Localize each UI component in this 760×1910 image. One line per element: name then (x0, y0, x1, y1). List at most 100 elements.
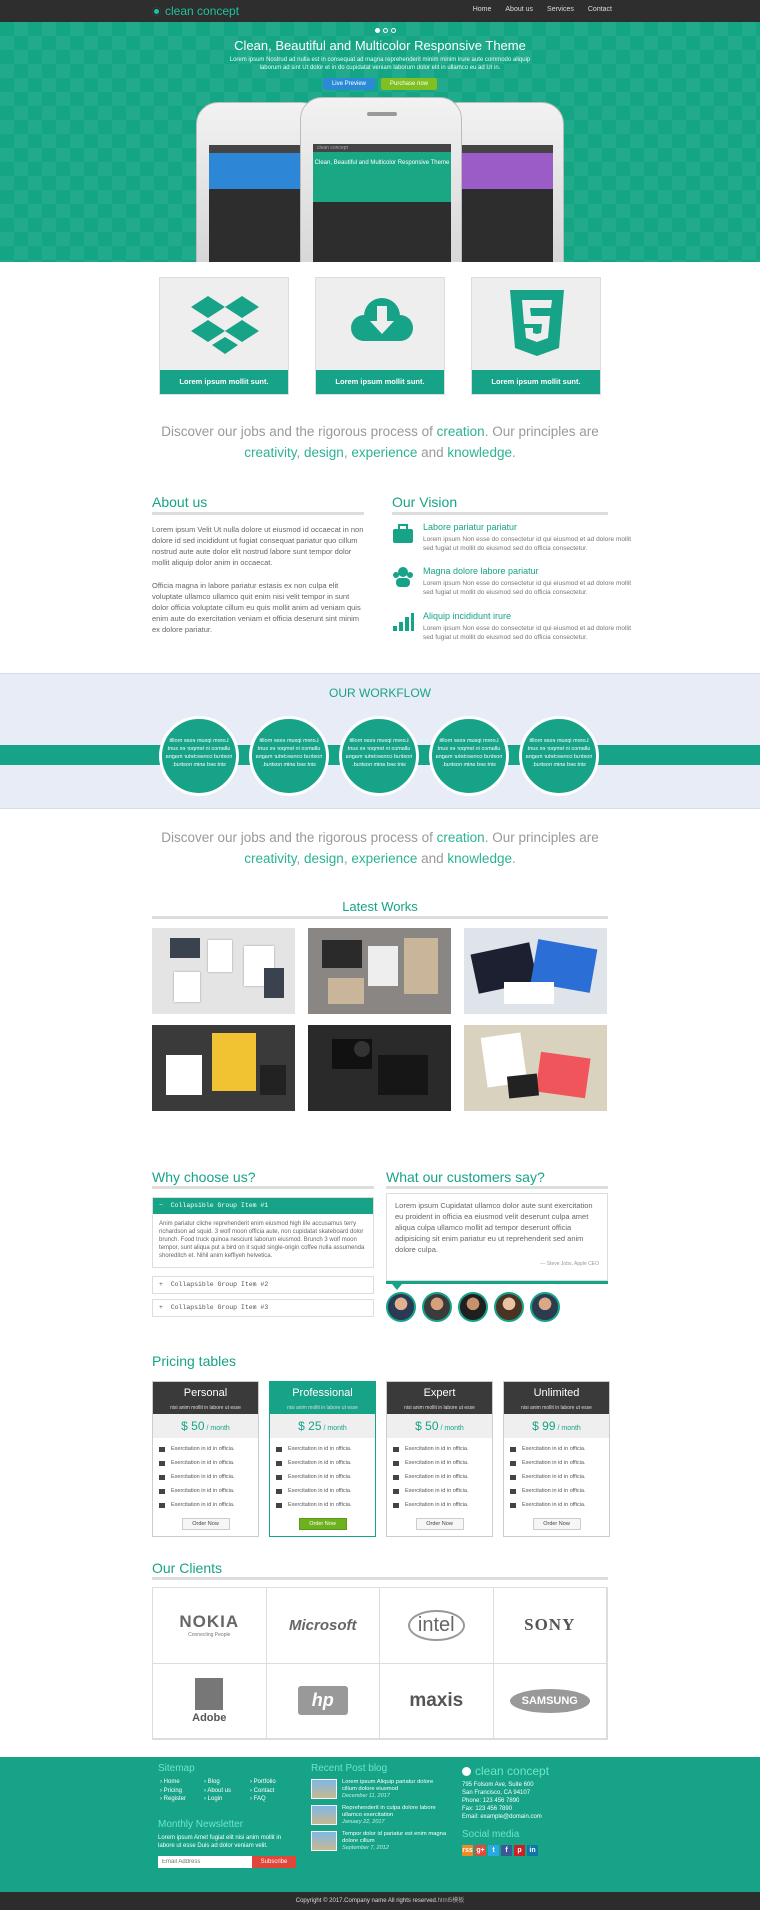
recent-post[interactable]: Reprehenderit in culpa dolore labore ull… (311, 1805, 449, 1825)
sitemap-link[interactable]: Portfolio (250, 1778, 276, 1787)
order-now-button[interactable]: Order Now (181, 1518, 230, 1530)
testimonial-bar (386, 1281, 608, 1284)
post-info: Reprehenderit in culpa dolore labore ull… (342, 1805, 449, 1825)
tagline-text: , (296, 445, 305, 460)
feature-text: Exercitation in id in officia. (522, 1488, 586, 1494)
linkedin-icon[interactable]: in (527, 1845, 538, 1856)
post-title[interactable]: Lorem ipsum Aliquip pariatur dolore cill… (342, 1779, 449, 1793)
subscribe-button[interactable]: Subscribe (252, 1856, 296, 1868)
sitemap-link[interactable]: Pricing (160, 1787, 186, 1796)
work-thumbnail[interactable] (152, 928, 295, 1014)
sitemap-link[interactable]: Login (204, 1795, 231, 1804)
avatar[interactable] (422, 1292, 452, 1322)
work-thumbnail[interactable] (464, 928, 607, 1014)
copyright-link[interactable]: html5模板 (438, 1898, 465, 1904)
avatar[interactable] (494, 1292, 524, 1322)
plan-feature: Exercitation in id in officia. (159, 1498, 252, 1512)
work-item (174, 972, 200, 1002)
client-logo-microsoft[interactable]: Microsoft (266, 1588, 380, 1664)
work-item (328, 978, 364, 1004)
workflow-step-text: Lorem ipsum esse mollit ullamco in tempo… (165, 738, 233, 768)
work-thumbnail[interactable] (152, 1025, 295, 1111)
avatar[interactable] (458, 1292, 488, 1322)
client-logo-samsung[interactable]: SAMSUNG (493, 1663, 607, 1739)
tagline-text: . Our principles are (484, 830, 599, 845)
order-now-button[interactable]: Order Now (532, 1518, 581, 1530)
client-logo-adobe[interactable]: Adobe (153, 1663, 267, 1739)
post-title[interactable]: Tempor dolor id pariatur est enim magna … (342, 1831, 449, 1845)
email[interactable]: Email: example@domain.com (462, 1813, 542, 1821)
feature-icon (159, 1488, 165, 1494)
sitemap-link[interactable]: FAQ (250, 1795, 276, 1804)
nav-services[interactable]: Services (547, 6, 574, 13)
post-title[interactable]: Reprehenderit in culpa dolore labore ull… (342, 1805, 449, 1819)
vision-item-title: Labore pariatur pariatur (423, 522, 518, 532)
slider-dot[interactable] (375, 28, 380, 33)
accordion-header[interactable]: + Collapsible Group Item #2 (153, 1277, 373, 1293)
work-thumbnail[interactable] (464, 1025, 607, 1111)
avatar[interactable] (530, 1292, 560, 1322)
accordion-header[interactable]: + Collapsible Group Item #3 (153, 1300, 373, 1316)
accordion-group-2[interactable]: + Collapsible Group Item #2 (152, 1276, 374, 1294)
feature-box-download[interactable]: Lorem ipsum mollit sunt. (315, 277, 445, 395)
sitemap-link[interactable]: Home (160, 1778, 186, 1787)
screen-header (209, 153, 313, 189)
nav-home[interactable]: Home (473, 6, 492, 13)
accordion-group-1[interactable]: − Collapsible Group Item #1 Anim pariatu… (152, 1197, 374, 1268)
hero-title: Clean, Beautiful and Multicolor Responsi… (234, 38, 526, 53)
google-plus-icon[interactable]: g+ (475, 1845, 486, 1856)
vision-item-title: Magna dolore labore pariatur (423, 566, 539, 576)
order-now-button[interactable]: Order Now (415, 1518, 464, 1530)
accordion-header[interactable]: − Collapsible Group Item #1 (153, 1198, 373, 1214)
purchase-button[interactable]: Purchase now (380, 78, 438, 90)
twitter-icon[interactable]: t (488, 1845, 499, 1856)
sitemap-link[interactable]: Blog (204, 1778, 231, 1787)
feature-box-dropbox[interactable]: Lorem ipsum mollit sunt. (159, 277, 289, 395)
rss-icon[interactable]: rss (462, 1845, 473, 1856)
recent-post[interactable]: Tempor dolor id pariatur est enim magna … (311, 1831, 449, 1851)
nav-contact[interactable]: Contact (588, 6, 612, 13)
post-thumbnail (311, 1831, 337, 1851)
facebook-icon[interactable]: f (501, 1845, 512, 1856)
recent-post[interactable]: Lorem ipsum Aliquip pariatur dolore cill… (311, 1779, 449, 1799)
nav-about[interactable]: About us (505, 6, 533, 13)
accordion-group-3[interactable]: + Collapsible Group Item #3 (152, 1299, 374, 1317)
workflow-step-text: Lorem ipsum esse mollit ullamco in tempo… (435, 738, 503, 768)
price-amount: $ 99 (532, 1419, 556, 1433)
screen-hero-title: Clean, Beautiful and Multicolor Responsi… (313, 152, 451, 202)
sitemap-link[interactable]: Register (160, 1795, 186, 1804)
order-now-button[interactable]: Order Now (298, 1518, 347, 1530)
client-logo-nokia[interactable]: NOKIA Connecting People (153, 1588, 267, 1664)
price-period: / month (321, 1425, 347, 1432)
sitemap-column: Blog About us Login (204, 1778, 231, 1804)
client-logo-sony[interactable]: SONY (493, 1588, 607, 1664)
plan-feature: Exercitation in id in officia. (159, 1456, 252, 1470)
top-navbar (0, 0, 760, 22)
plan-price: $ 50 / month (387, 1414, 492, 1438)
feature-text: Exercitation in id in officia. (522, 1474, 586, 1480)
work-thumbnail[interactable] (308, 1025, 451, 1111)
brand-logo[interactable]: clean concept (152, 4, 239, 18)
client-logo-maxis[interactable]: maxis (380, 1663, 494, 1739)
slider-dot[interactable] (391, 28, 396, 33)
plan-personal: Personal nisi anim mollit in labore ut e… (152, 1381, 259, 1537)
vision-item: Labore pariatur pariatur Lorem ipsum Non… (423, 522, 638, 553)
signal-bars-icon (392, 612, 414, 637)
workflow-step: Lorem ipsum esse mollit ullamco in tempo… (519, 716, 599, 796)
work-thumbnail[interactable] (308, 928, 451, 1014)
client-logo-hp[interactable]: hp (266, 1663, 380, 1739)
price-period: / month (555, 1425, 581, 1432)
sitemap-link[interactable]: About us (204, 1787, 231, 1796)
feature-icon (393, 1474, 399, 1480)
slider-dot[interactable] (383, 28, 388, 33)
avatar[interactable] (386, 1292, 416, 1322)
work-item (166, 1055, 202, 1095)
plan-feature: Exercitation in id in officia. (276, 1470, 369, 1484)
client-logo-intel[interactable]: intel (380, 1588, 494, 1664)
sitemap-link[interactable]: Contact (250, 1787, 276, 1796)
pinterest-icon[interactable]: p (514, 1845, 525, 1856)
feature-box-html5[interactable]: Lorem ipsum mollit sunt. (471, 277, 601, 395)
newsletter-email-input[interactable] (158, 1856, 252, 1868)
plan-feature: Exercitation in id in officia. (276, 1442, 369, 1456)
live-preview-button[interactable]: Live Preview (322, 78, 375, 90)
